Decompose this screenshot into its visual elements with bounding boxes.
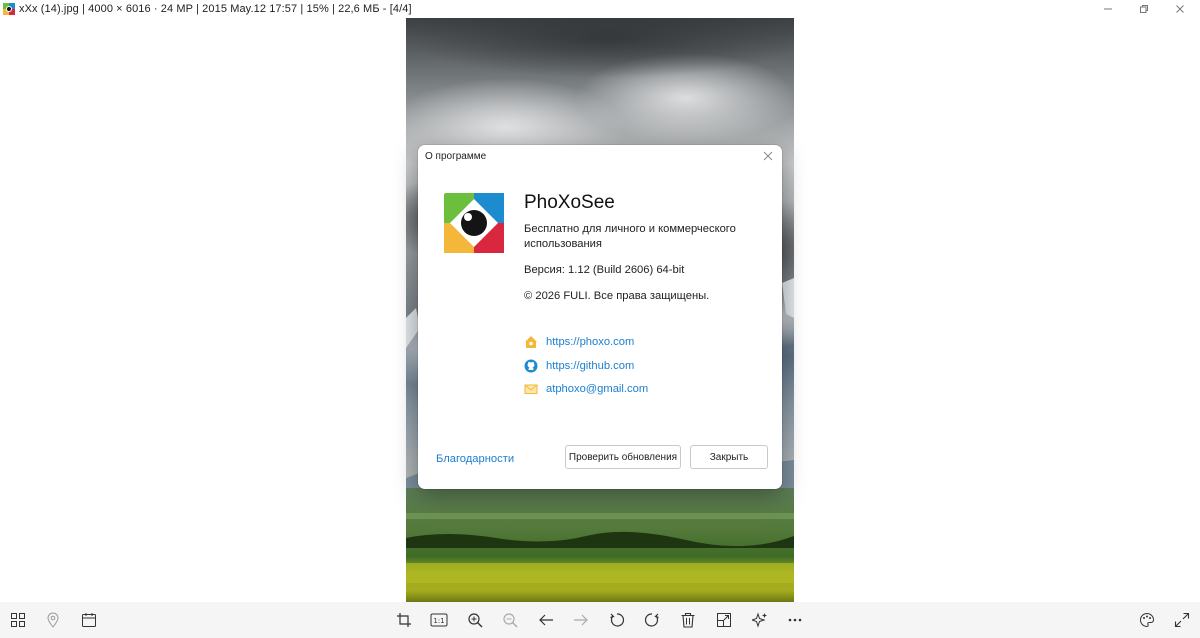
app-copyright: © 2026 FULI. Все права защищены. <box>524 290 710 302</box>
theme-button[interactable] <box>1137 610 1157 630</box>
maximize-button[interactable] <box>1126 0 1162 18</box>
calendar-icon <box>82 613 96 627</box>
crop-icon <box>397 613 411 627</box>
minimize-icon <box>1104 8 1112 10</box>
svg-text:1:1: 1:1 <box>433 617 444 625</box>
mail-icon <box>524 382 538 396</box>
email-link-row: atphoxo@gmail.com <box>524 382 648 396</box>
crop-button[interactable] <box>394 610 414 630</box>
fullscreen-button[interactable] <box>1172 610 1192 630</box>
arrow-left-icon <box>539 614 553 626</box>
delete-icon <box>681 612 695 628</box>
close-icon <box>1176 5 1184 13</box>
calendar-button[interactable] <box>79 610 99 630</box>
grid-icon <box>11 613 25 627</box>
website-link-row: https://phoxo.com <box>524 335 634 349</box>
zoom-out-button[interactable] <box>500 610 520 630</box>
zoom-out-icon <box>503 613 518 628</box>
app-name: PhoXoSee <box>524 192 615 213</box>
bottom-toolbar: 1:1 <box>0 602 1200 638</box>
actual-size-icon: 1:1 <box>430 613 448 627</box>
close-icon <box>763 151 773 161</box>
next-button[interactable] <box>571 610 591 630</box>
previous-button[interactable] <box>536 610 556 630</box>
enhance-button[interactable] <box>750 610 770 630</box>
rotate-right-icon <box>644 613 659 627</box>
restore-icon <box>1140 5 1148 13</box>
location-pin-icon <box>47 612 59 628</box>
home-icon <box>524 335 538 349</box>
title-bar: xXx (14).jpg | 4000 × 6016 · 24 MP | 201… <box>0 0 1200 18</box>
resize-icon <box>717 613 731 627</box>
github-link-row: https://github.com <box>524 359 634 373</box>
resize-button[interactable] <box>714 610 734 630</box>
enhance-icon <box>752 612 767 628</box>
website-link[interactable]: https://phoxo.com <box>546 336 634 348</box>
more-icon <box>788 618 802 622</box>
app-version: Версия: 1.12 (Build 2606) 64-bit <box>524 264 685 276</box>
palette-icon <box>1140 612 1155 628</box>
app-description: Бесплатно для личного и коммерческого ис… <box>524 223 736 250</box>
arrow-right-icon <box>574 614 588 626</box>
window-title: xXx (14).jpg | 4000 × 6016 · 24 MP | 201… <box>19 3 412 15</box>
github-icon <box>524 359 538 373</box>
zoom-in-icon <box>468 613 483 628</box>
app-logo-icon <box>3 3 15 15</box>
app-logo <box>442 191 506 255</box>
rotate-left-button[interactable] <box>607 610 627 630</box>
grid-view-button[interactable] <box>8 610 28 630</box>
dialog-close-button[interactable] <box>760 148 776 164</box>
thanks-link[interactable]: Благодарности <box>436 453 514 465</box>
delete-button[interactable] <box>678 610 698 630</box>
about-dialog: О программе PhoXoSee Бесплатно для лично… <box>418 145 782 489</box>
email-link[interactable]: atphoxo@gmail.com <box>546 383 648 395</box>
rotate-right-button[interactable] <box>642 610 662 630</box>
check-updates-button[interactable]: Проверить обновления <box>565 445 681 469</box>
more-button[interactable] <box>785 610 805 630</box>
rotate-left-icon <box>610 613 625 627</box>
close-window-button[interactable] <box>1162 0 1198 18</box>
zoom-in-button[interactable] <box>465 610 485 630</box>
fullscreen-icon <box>1174 612 1190 628</box>
close-button[interactable]: Закрыть <box>690 445 768 469</box>
location-button[interactable] <box>43 610 63 630</box>
minimize-button[interactable] <box>1090 0 1126 18</box>
actual-size-button[interactable]: 1:1 <box>429 610 449 630</box>
dialog-title: О программе <box>425 151 487 162</box>
github-link[interactable]: https://github.com <box>546 360 634 372</box>
